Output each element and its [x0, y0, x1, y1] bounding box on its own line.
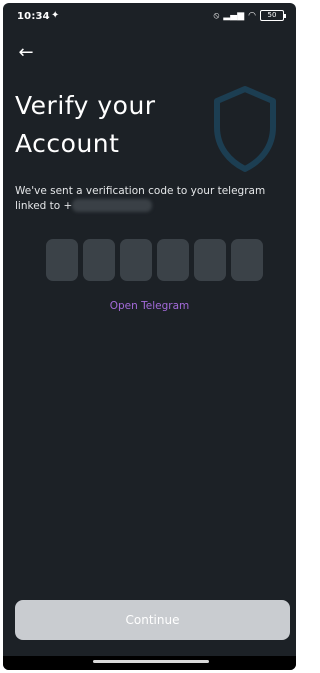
- wifi-icon: ◠: [248, 10, 256, 21]
- battery-icon: 50: [260, 10, 286, 21]
- verification-message-line-1: We've sent a verification code to your t…: [15, 185, 266, 197]
- signal-icon: ▂▄▆: [223, 10, 245, 21]
- arrow-left-icon: ←: [18, 42, 34, 63]
- status-time: 10:34: [17, 11, 50, 22]
- otp-digit-3[interactable]: [120, 239, 152, 281]
- home-indicator[interactable]: [93, 660, 209, 663]
- system-nav-bar: [3, 656, 296, 670]
- continue-button[interactable]: Continue: [15, 600, 290, 640]
- masked-phone-number: [72, 199, 153, 212]
- linked-to-label: linked to +: [15, 200, 73, 212]
- otp-digit-6[interactable]: [231, 239, 263, 281]
- status-bar: 10:34 ✦ ⦸ ▂▄▆ ◠ 50: [3, 3, 296, 31]
- open-telegram-link[interactable]: Open Telegram: [3, 300, 296, 312]
- app-screen: 10:34 ✦ ⦸ ▂▄▆ ◠ 50 ← Verify your Account…: [3, 3, 296, 670]
- verification-message-line-2: linked to +: [15, 199, 285, 214]
- notification-icon: ✦: [51, 10, 60, 21]
- page-title-line-2: Account: [15, 129, 120, 158]
- otp-digit-2[interactable]: [83, 239, 115, 281]
- status-icons: ⦸ ▂▄▆ ◠ 50: [213, 10, 286, 21]
- page-title-line-1: Verify your: [15, 91, 156, 120]
- otp-digit-5[interactable]: [194, 239, 226, 281]
- otp-input-group: [46, 239, 263, 281]
- otp-digit-1[interactable]: [46, 239, 78, 281]
- back-button[interactable]: ←: [15, 43, 37, 65]
- page-title: Verify your Account: [15, 87, 215, 163]
- otp-digit-4[interactable]: [157, 239, 189, 281]
- mute-icon: ⦸: [213, 10, 220, 21]
- verification-message: We've sent a verification code to your t…: [15, 184, 285, 214]
- shield-icon: [214, 86, 276, 172]
